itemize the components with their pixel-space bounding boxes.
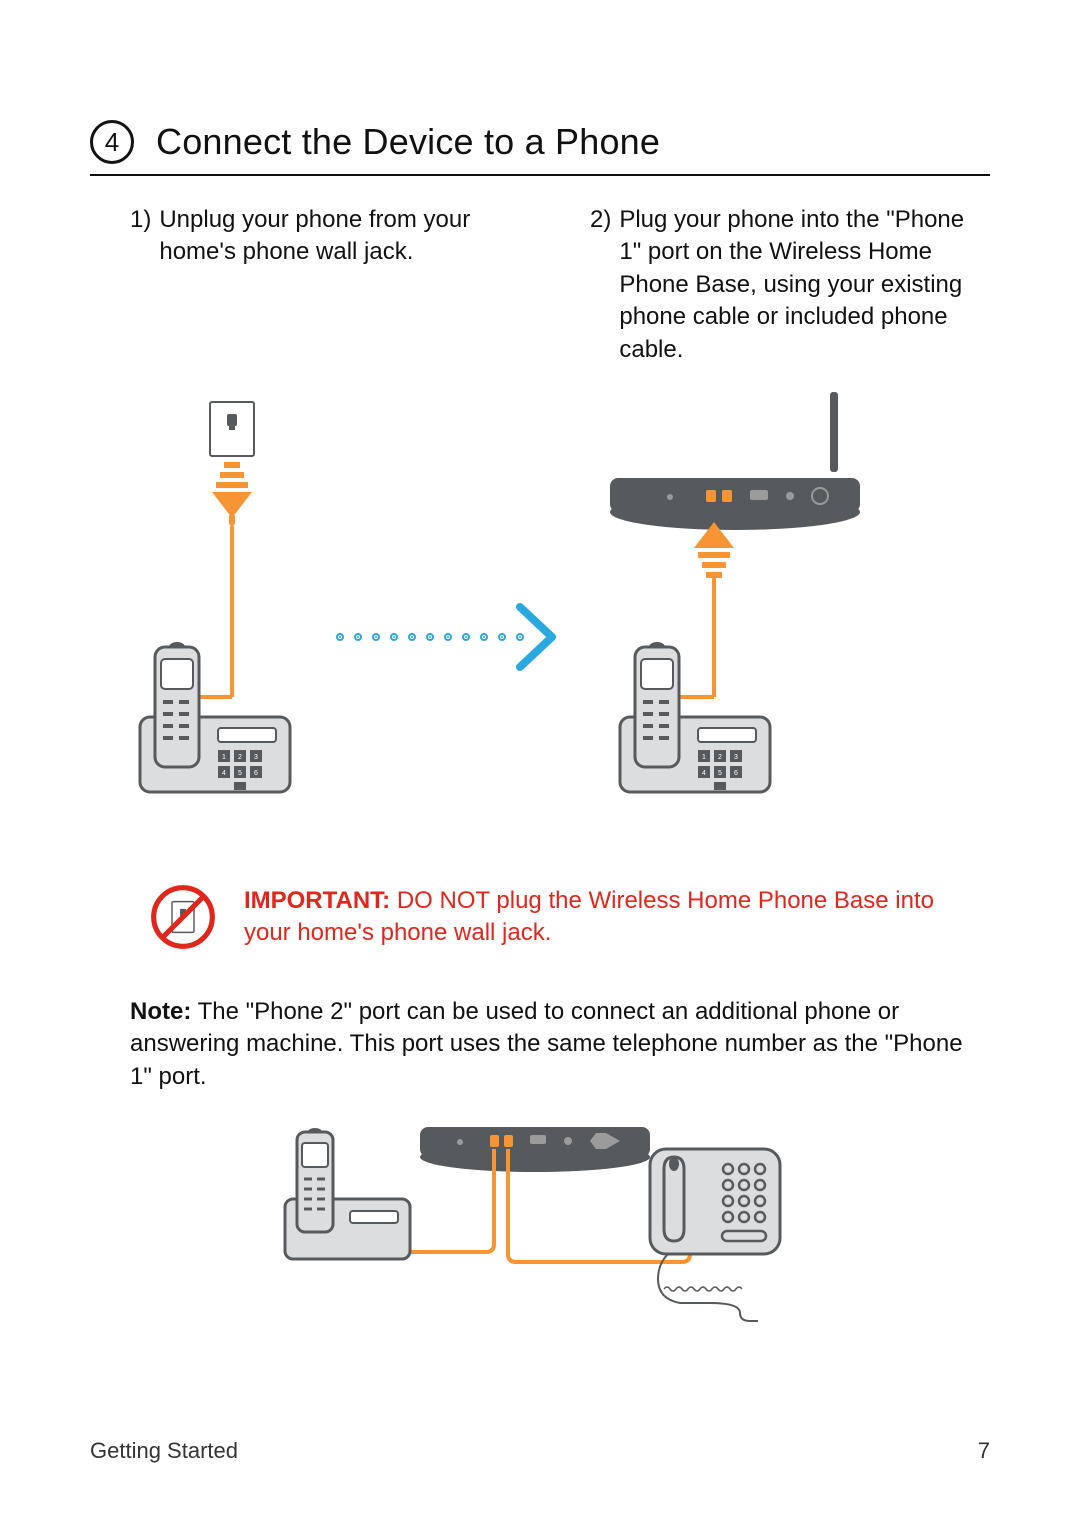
step1-text: Unplug your phone from your home's phone… [159,204,530,366]
instructions: 1) Unplug your phone from your home's ph… [130,204,990,366]
page-footer: Getting Started 7 [90,1438,990,1464]
flow-arrow-icon [339,607,552,667]
step2-text: Plug your phone into the "Phone 1" port … [619,204,990,366]
svg-text:6: 6 [254,770,258,777]
instruction-step-2: 2) Plug your phone into the "Phone 1" po… [590,204,990,366]
svg-text:5: 5 [238,770,242,777]
heading-text: Connect the Device to a Phone [156,121,660,163]
important-text: IMPORTANT: DO NOT plug the Wireless Home… [244,885,980,950]
svg-text:3: 3 [734,754,738,761]
svg-text:4: 4 [222,770,226,777]
step1-number: 1) [130,204,151,366]
svg-text:2: 2 [718,754,722,761]
note-body: The "Phone 2" port can be used to connec… [130,998,963,1090]
note-text: Note: The "Phone 2" port can be used to … [130,996,990,1093]
note-label: Note: [130,998,191,1025]
section-heading: 4 Connect the Device to a Phone [90,120,990,164]
svg-text:5: 5 [718,770,722,777]
svg-text:3: 3 [254,754,258,761]
step2-number: 2) [590,204,611,366]
footer-section: Getting Started [90,1438,238,1464]
diagram-unplug-plug: 1 2 3 4 5 6 [90,392,990,842]
diagram-two-phones [90,1119,990,1344]
step-number: 4 [105,127,119,158]
important-callout: IMPORTANT: DO NOT plug the Wireless Home… [150,872,980,962]
step-number-badge: 4 [90,120,134,164]
footer-page-number: 7 [978,1438,990,1464]
heading-divider [90,174,990,176]
svg-text:2: 2 [238,754,242,761]
important-label: IMPORTANT: [244,887,390,914]
svg-text:1: 1 [222,754,226,761]
instruction-step-1: 1) Unplug your phone from your home's ph… [130,204,530,366]
svg-text:6: 6 [734,770,738,777]
prohibit-wall-jack-icon [150,872,216,962]
svg-text:1: 1 [702,754,706,761]
svg-text:4: 4 [702,770,706,777]
